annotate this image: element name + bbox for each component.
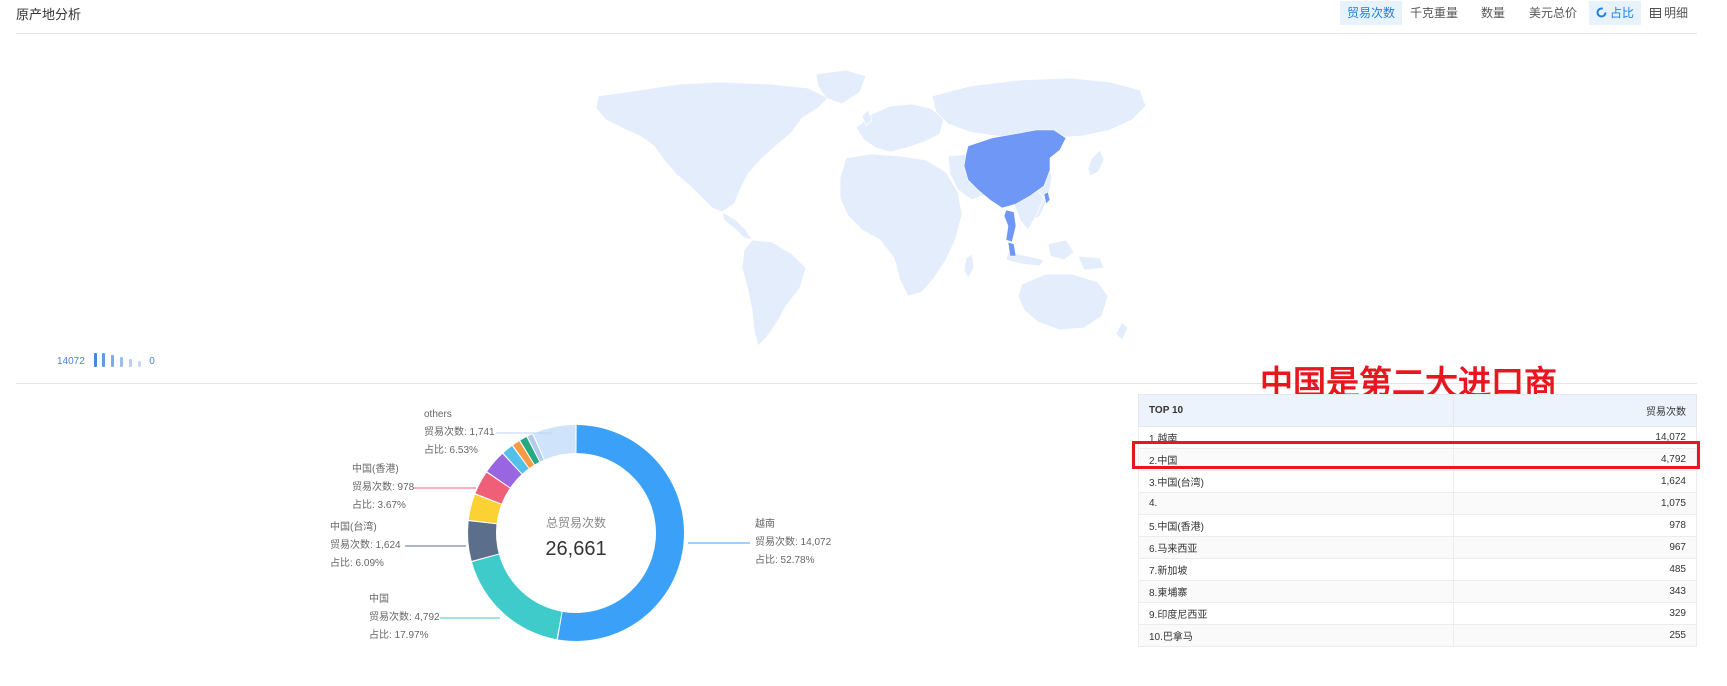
callout-label: others: [424, 409, 452, 420]
row-value: 978: [1453, 514, 1697, 537]
callout-label: 贸易次数: 14,072: [755, 535, 832, 548]
header-trade-count[interactable]: 贸易次数: [1453, 394, 1697, 427]
table-row[interactable]: 5.中国(香港) 978: [1137, 514, 1697, 537]
world-map[interactable]: [0, 34, 1727, 354]
legend-max-value: 14072: [57, 356, 85, 367]
donut-slice[interactable]: [471, 554, 562, 640]
table-row[interactable]: 7.新加坡 485: [1137, 558, 1697, 581]
callout-label: 越南: [755, 517, 775, 530]
row-label: 8.柬埔寨: [1137, 580, 1455, 603]
row-label: 6.马来西亚: [1137, 536, 1455, 559]
row-value: 329: [1453, 602, 1697, 625]
table-row[interactable]: 3.中国(台湾) 1,624: [1137, 470, 1697, 493]
view-percent-button[interactable]: 占比: [1589, 1, 1642, 26]
row-label: 3.中国(台湾): [1137, 470, 1455, 493]
callout-label: 中国: [369, 592, 389, 605]
row-value: 1,075: [1453, 492, 1697, 515]
legend-step: [93, 353, 97, 367]
top10-table: TOP 10 贸易次数 1.越南 14,072 2.中国 4,792 3.中国(台湾…: [1137, 394, 1697, 647]
row-label: 7.新加坡: [1137, 558, 1455, 581]
donut-center-label: 总贸易次数: [546, 515, 606, 530]
tab-usd-total[interactable]: 美元总价: [1522, 1, 1584, 25]
table-icon: [1650, 2, 1661, 26]
callout-label: 占比: 52.78%: [755, 553, 815, 566]
table-row[interactable]: 4. 1,075: [1137, 492, 1697, 515]
legend-step: [137, 361, 141, 367]
row-label: 5.中国(香港): [1137, 514, 1455, 537]
tab-quantity[interactable]: 数量: [1474, 1, 1512, 25]
table-row[interactable]: 9.印度尼西亚 329: [1137, 602, 1697, 625]
tab-kg-weight[interactable]: 千克重量: [1403, 1, 1465, 25]
map-region-vietnam[interactable]: [1003, 209, 1017, 243]
row-value: 485: [1453, 558, 1697, 581]
legend-step: [128, 359, 132, 367]
donut-chart-icon: [1596, 2, 1607, 26]
callout-label: 中国(台湾): [330, 520, 377, 533]
row-label: 9.印度尼西亚: [1137, 602, 1455, 625]
callout-label: 贸易次数: 4,792: [369, 610, 440, 623]
callout-label: 占比: 17.97%: [369, 628, 429, 641]
legend-step: [119, 357, 123, 367]
legend-min-value: 0: [149, 356, 155, 367]
table-row[interactable]: 10.巴拿马 255: [1137, 624, 1697, 647]
view-percent-label: 占比: [1610, 6, 1635, 20]
callout-label: 占比: 3.67%: [352, 498, 406, 511]
row-label: 10.巴拿马: [1137, 624, 1455, 647]
row-label: 4.: [1137, 492, 1455, 515]
table-header-row: TOP 10 贸易次数: [1137, 394, 1697, 427]
row-value: 343: [1453, 580, 1697, 603]
callout-label: 贸易次数: 1,741: [424, 425, 495, 438]
page-title: 原产地分析: [16, 7, 82, 22]
row-value: 967: [1453, 536, 1697, 559]
tab-trade-count[interactable]: 贸易次数: [1340, 1, 1403, 25]
table-row[interactable]: 6.马来西亚 967: [1137, 536, 1697, 559]
highlight-box: [1132, 441, 1700, 469]
map-land: [595, 69, 1147, 347]
map-legend: 14072 0: [57, 353, 155, 367]
legend-step: [111, 355, 115, 367]
donut-slice[interactable]: [557, 425, 684, 641]
callout-label: 贸易次数: 978: [352, 480, 415, 493]
header-rank[interactable]: TOP 10: [1137, 394, 1455, 427]
callout-label: 占比: 6.53%: [424, 443, 478, 456]
legend-step: [102, 353, 106, 367]
donut-chart: 总贸易次数 26,661 越南 贸易次数: 14,072 占比: 52.78% 中国 贸易次…: [0, 385, 1100, 681]
donut-center-value: 26,661: [545, 538, 606, 560]
callout-label: 占比: 6.09%: [330, 556, 384, 569]
row-value: 1,624: [1453, 470, 1697, 493]
view-detail-label: 明细: [1664, 6, 1689, 20]
row-value: 255: [1453, 624, 1697, 647]
view-detail-button[interactable]: 明细: [1643, 1, 1695, 25]
callout-label: 贸易次数: 1,624: [330, 538, 401, 551]
callout-label: 中国(香港): [352, 462, 399, 475]
table-row[interactable]: 8.柬埔寨 343: [1137, 580, 1697, 603]
donut-slice[interactable]: [468, 521, 499, 561]
